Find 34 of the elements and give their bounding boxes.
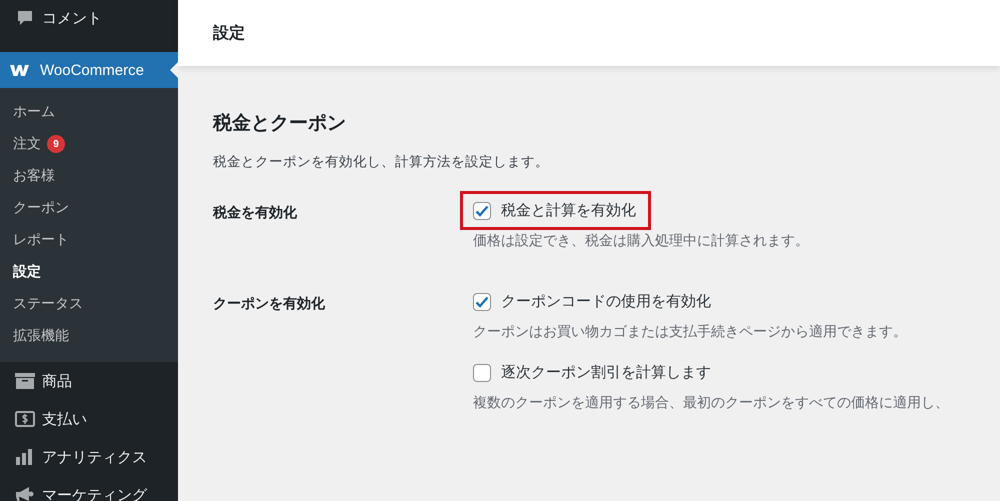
bar-chart-icon <box>16 449 34 465</box>
active-menu-item[interactable]: WooCommerce <box>0 52 178 88</box>
section-title: 税金とクーポン <box>213 111 347 136</box>
archive-box-icon <box>15 373 35 389</box>
megaphone-icon <box>15 486 35 501</box>
menu-item[interactable]: 支払い <box>42 410 87 428</box>
menu-item[interactable]: 商品 <box>42 372 72 390</box>
help-text: 価格は設定でき、税金は購入処理中に計算されます。 <box>473 232 810 250</box>
speech-bubble-icon <box>16 9 34 27</box>
checkbox-label[interactable]: クーポンコードの使用を有効化 <box>501 292 711 311</box>
submenu-item[interactable]: 設定 <box>13 263 41 281</box>
submenu-item[interactable]: クーポン <box>13 199 69 217</box>
checkbox[interactable] <box>473 292 491 310</box>
menu-item[interactable]: コメント <box>42 8 102 28</box>
help-text: クーポンはお買い物カゴまたは支払手続きページから適用できます。 <box>473 323 908 341</box>
page-title: 設定 <box>213 22 245 44</box>
checkbox[interactable] <box>473 364 491 382</box>
submenu-item[interactable]: お客様 <box>13 167 55 185</box>
checkbox-label[interactable]: 逐次クーポン割引を計算します <box>501 363 711 382</box>
count-badge: 9 <box>47 135 65 153</box>
section-description: 税金とクーポンを有効化し、計算方法を設定します。 <box>213 153 550 171</box>
submenu-item[interactable]: ステータス <box>13 295 83 313</box>
submenu-item[interactable]: 拡張機能 <box>13 327 69 345</box>
dollar-sign-icon <box>15 411 35 427</box>
w-logo-icon <box>9 63 31 77</box>
menu-item[interactable]: アナリティクス <box>42 448 147 466</box>
setting-label: 税金を有効化 <box>213 204 298 223</box>
help-text: 複数のクーポンを適用する場合、最初のクーポンをすべての価格に適用し、 <box>473 394 950 412</box>
checkbox-label[interactable]: 税金と計算を有効化 <box>501 201 636 220</box>
submenu-item[interactable]: レポート <box>13 231 69 249</box>
checkbox[interactable] <box>473 202 491 220</box>
submenu-item[interactable]: 注文 <box>13 135 41 153</box>
submenu-item[interactable]: ホーム <box>13 103 55 121</box>
setting-label: クーポンを有効化 <box>213 295 326 314</box>
